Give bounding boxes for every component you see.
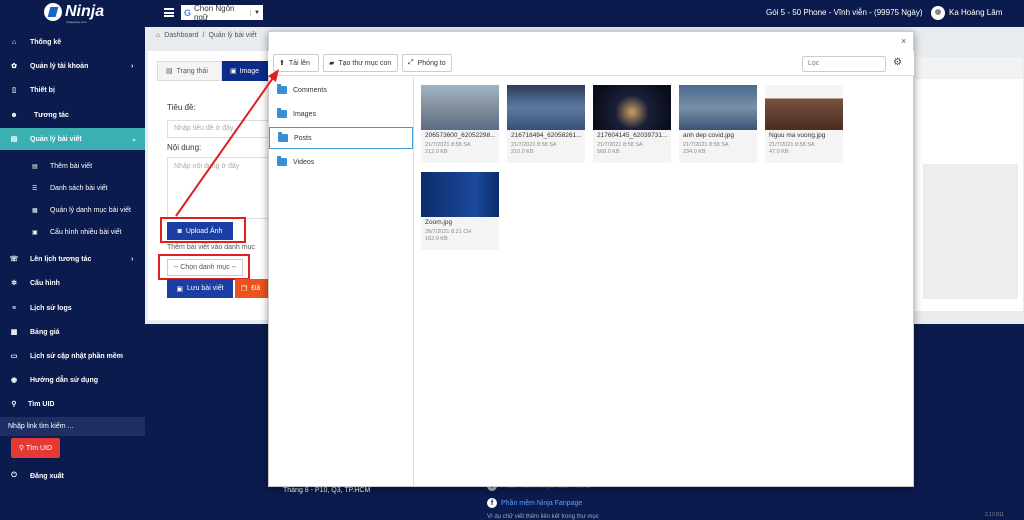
annotation-arrow [175,69,279,217]
arrow-head [268,69,279,82]
arrow-line [175,74,276,217]
